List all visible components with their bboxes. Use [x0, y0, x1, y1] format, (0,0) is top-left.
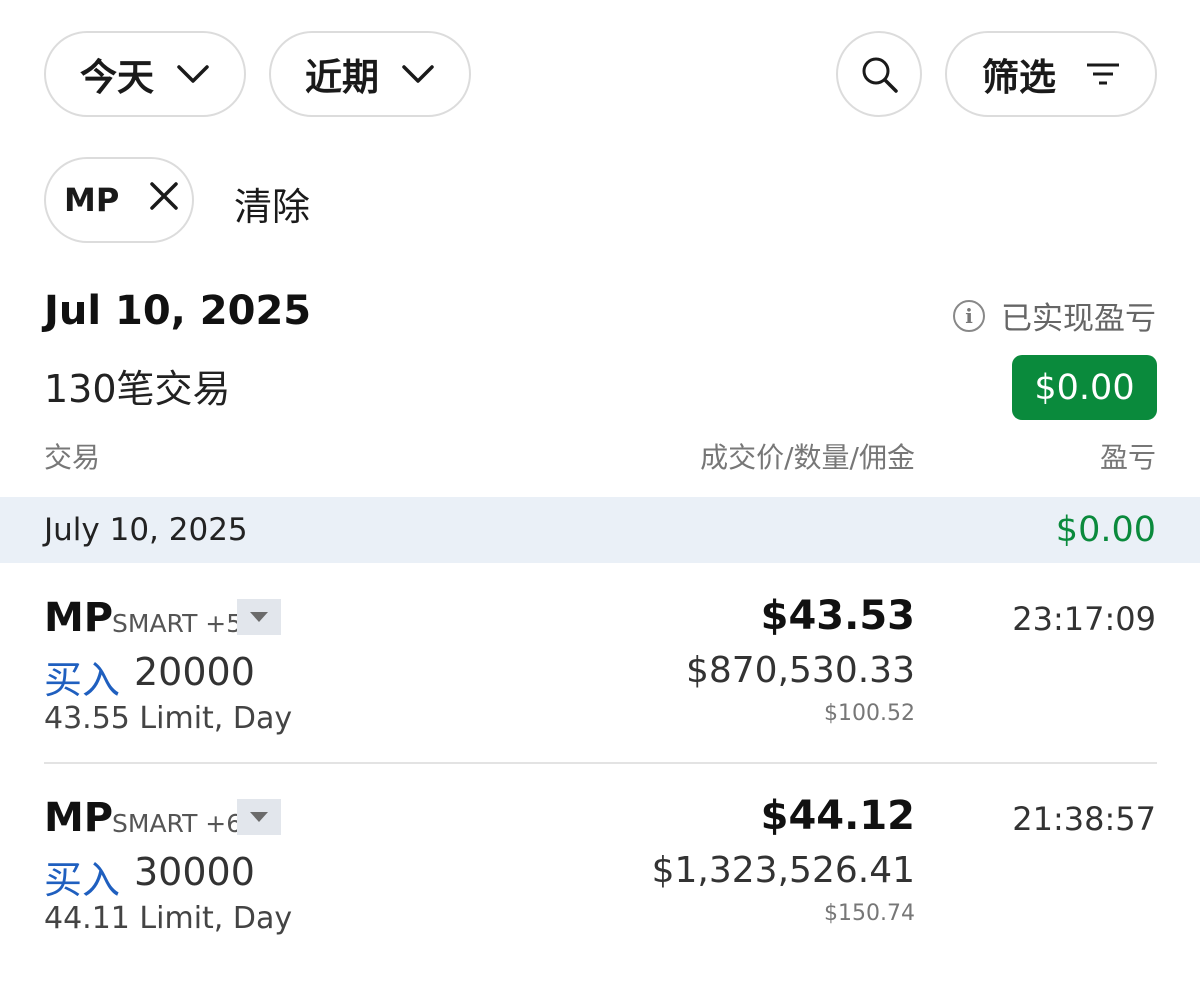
realized-pnl-label: 已实现盈亏	[1001, 301, 1156, 337]
trade-commission: $100.52	[824, 701, 915, 726]
trade-order-type: 44.11 Limit, Day	[44, 901, 293, 936]
caret-down-icon[interactable]	[237, 799, 281, 835]
trade-quantity: 20000	[134, 650, 255, 694]
search-icon	[859, 54, 899, 94]
column-header-price-qty-commission: 成交价/数量/佣金	[700, 441, 915, 474]
trade-exchange: SMART +5	[112, 609, 243, 638]
trade-commission: $150.74	[824, 901, 915, 926]
clear-filters-link[interactable]: 清除	[234, 176, 310, 231]
trade-side: 买入	[44, 858, 121, 902]
filter-button-label: 筛选	[982, 56, 1056, 99]
chip-label: MP	[64, 181, 120, 219]
filter-lines-icon	[1086, 61, 1120, 87]
trade-price: $43.53	[760, 593, 915, 639]
trade-quantity: 30000	[134, 850, 255, 894]
filter-button[interactable]: 筛选	[945, 31, 1157, 117]
recent-dropdown-label: 近期	[305, 56, 379, 99]
trade-count: 130笔交易	[44, 367, 231, 411]
chevron-down-icon	[176, 64, 210, 84]
column-header-pnl: 盈亏	[1099, 441, 1156, 474]
summary-date: Jul 10, 2025	[44, 288, 312, 334]
trade-time: 23:17:09	[1012, 600, 1156, 638]
trade-side: 买入	[44, 658, 121, 702]
search-button[interactable]	[836, 31, 922, 117]
trade-amount: $1,323,526.41	[651, 850, 915, 891]
trade-price: $44.12	[760, 793, 915, 839]
close-icon[interactable]	[149, 181, 179, 219]
trade-row[interactable]: MP SMART +6 买入 30000 44.11 Limit, Day $4…	[0, 775, 1200, 955]
column-header-trade: 交易	[44, 441, 101, 474]
trade-row[interactable]: MP SMART +5 买入 20000 43.55 Limit, Day $4…	[0, 575, 1200, 755]
trade-time: 21:38:57	[1012, 800, 1156, 838]
realized-pnl-value: $0.00	[1012, 355, 1157, 420]
row-divider	[44, 762, 1157, 764]
group-date: July 10, 2025	[44, 512, 248, 548]
caret-down-icon[interactable]	[237, 599, 281, 635]
trade-symbol: MP	[44, 595, 114, 641]
today-dropdown-label: 今天	[80, 56, 154, 99]
trade-symbol: MP	[44, 795, 114, 841]
trade-order-type: 43.55 Limit, Day	[44, 701, 293, 736]
trade-amount: $870,530.33	[685, 650, 915, 691]
info-icon[interactable]: i	[953, 299, 985, 332]
mp-filter-chip[interactable]: MP	[44, 157, 194, 243]
today-dropdown[interactable]: 今天	[44, 31, 246, 117]
chevron-down-icon	[401, 64, 435, 84]
realized-pnl-header[interactable]: i 已实现盈亏	[953, 293, 1156, 338]
trade-exchange: SMART +6	[112, 809, 243, 838]
group-pnl: $0.00	[1055, 510, 1156, 550]
recent-dropdown[interactable]: 近期	[269, 31, 471, 117]
